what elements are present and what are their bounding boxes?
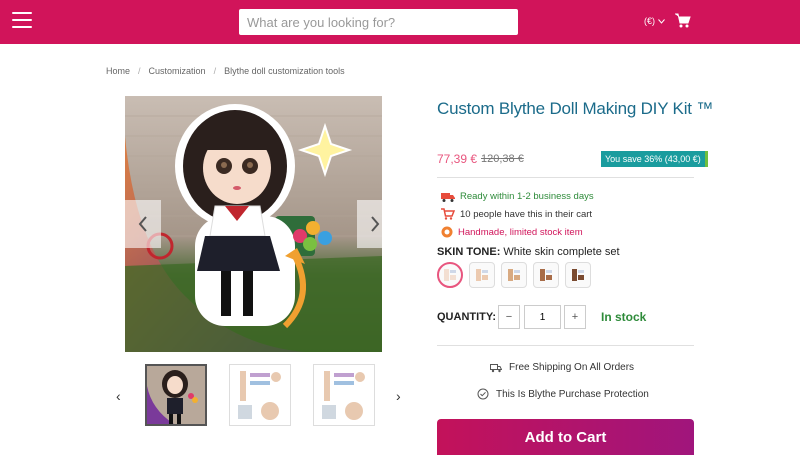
divider bbox=[437, 177, 694, 178]
truck-icon bbox=[441, 192, 455, 202]
quantity-increase-button[interactable]: + bbox=[564, 305, 586, 329]
kit-parts-thumbnail bbox=[314, 365, 374, 425]
divider bbox=[437, 345, 694, 346]
cart-icon[interactable] bbox=[675, 13, 691, 29]
breadcrumb-separator: / bbox=[213, 66, 217, 76]
shield-icon bbox=[477, 388, 489, 400]
thumbnail-image[interactable] bbox=[313, 364, 375, 426]
breadcrumb-separator: / bbox=[138, 66, 141, 76]
gallery-next-button[interactable] bbox=[357, 200, 393, 248]
product-old-price: 120,38 € bbox=[481, 153, 524, 165]
savings-badge: You save 36% (43,00 €) bbox=[601, 151, 708, 167]
ready-text: Ready within 1-2 business days bbox=[460, 191, 594, 202]
purchase-protection-feature: This Is Blythe Purchase Protection bbox=[477, 388, 649, 400]
doll-image bbox=[125, 96, 382, 352]
search-input[interactable] bbox=[239, 9, 518, 35]
skin-swatch-dark[interactable] bbox=[565, 262, 591, 288]
stock-status: In stock bbox=[601, 310, 647, 324]
handmade-info: Handmade, limited stock item bbox=[441, 226, 583, 238]
menu-icon[interactable] bbox=[12, 12, 32, 28]
skin-tone-options bbox=[437, 262, 591, 288]
quantity-decrease-button[interactable]: − bbox=[498, 305, 520, 329]
cart-count-text: 10 people have this in their cart bbox=[460, 208, 593, 220]
thumbnail-image[interactable] bbox=[145, 364, 207, 426]
kit-parts-thumbnail bbox=[230, 365, 290, 425]
badge-icon bbox=[441, 226, 453, 238]
truck-icon bbox=[490, 363, 502, 372]
skin-tone-title: SKIN TONE: bbox=[437, 246, 501, 258]
free-shipping-feature: Free Shipping On All Orders bbox=[490, 362, 634, 373]
chevron-right-icon bbox=[371, 216, 380, 232]
gallery-prev-button[interactable] bbox=[125, 200, 161, 248]
thumbnail-strip bbox=[145, 364, 375, 426]
top-bar: (€) bbox=[0, 0, 800, 44]
currency-label: (€) bbox=[644, 16, 655, 26]
quantity-label: QUANTITY: bbox=[437, 311, 497, 323]
purchase-protection-text: This Is Blythe Purchase Protection bbox=[496, 388, 649, 400]
breadcrumb-customization[interactable]: Customization bbox=[149, 66, 206, 76]
free-shipping-text: Free Shipping On All Orders bbox=[509, 362, 635, 373]
chevron-left-icon bbox=[138, 216, 147, 232]
skin-swatch-natural[interactable] bbox=[469, 262, 495, 288]
cart-count-info: 10 people have this in their cart bbox=[441, 208, 592, 220]
skin-tone-value: White skin complete set bbox=[503, 246, 620, 258]
breadcrumb-home[interactable]: Home bbox=[106, 66, 130, 76]
thumbnail-prev-button[interactable]: ‹ bbox=[116, 388, 121, 404]
handmade-text: Handmade, limited stock item bbox=[458, 226, 583, 238]
currency-selector[interactable]: (€) bbox=[644, 16, 665, 26]
skin-swatch-brown[interactable] bbox=[533, 262, 559, 288]
skin-swatch-tan[interactable] bbox=[501, 262, 527, 288]
product-title: Custom Blythe Doll Making DIY Kit ™ bbox=[437, 99, 714, 118]
doll-thumbnail bbox=[147, 366, 205, 424]
cart-icon bbox=[441, 208, 455, 220]
product-price: 77,39 € bbox=[437, 152, 478, 166]
product-main-image[interactable] bbox=[125, 96, 382, 352]
breadcrumb-current[interactable]: Blythe doll customization tools bbox=[224, 66, 345, 76]
thumbnail-image[interactable] bbox=[229, 364, 291, 426]
thumbnail-next-button[interactable]: › bbox=[396, 388, 401, 404]
quantity-input[interactable] bbox=[524, 305, 561, 329]
ready-info: Ready within 1-2 business days bbox=[441, 191, 594, 202]
skin-tone-label: SKIN TONE: White skin complete set bbox=[437, 246, 620, 258]
breadcrumb: Home / Customization / Blythe doll custo… bbox=[106, 66, 345, 76]
skin-swatch-white[interactable] bbox=[437, 262, 463, 288]
chevron-down-icon bbox=[658, 18, 665, 24]
